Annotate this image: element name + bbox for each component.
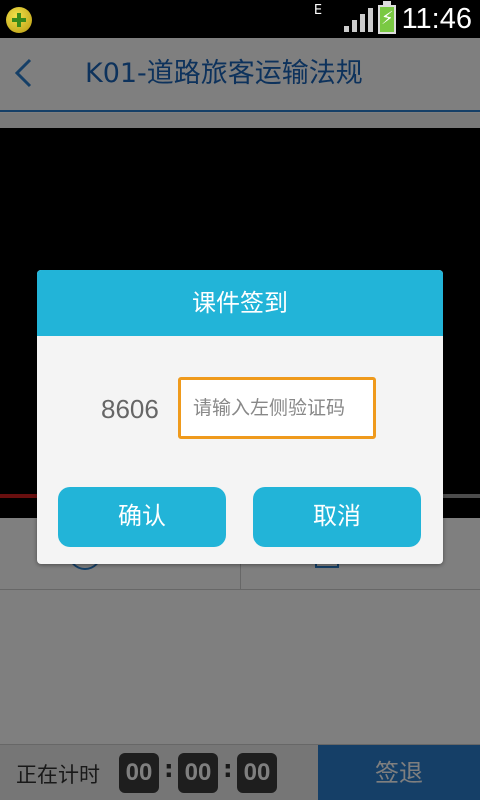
sign-in-dialog: 课件签到 8606 确认 取消 (37, 270, 443, 564)
status-clock: 11:46 (401, 3, 472, 35)
signal-strength-icon (344, 8, 373, 32)
confirm-button[interactable]: 确认 (58, 487, 226, 547)
verification-code: 8606 (101, 394, 159, 424)
verification-code-input[interactable] (178, 377, 376, 439)
dialog-title: 课件签到 (37, 270, 443, 336)
status-bar: E ⚡ 11:46 (0, 0, 480, 38)
app-notification-icon (6, 7, 32, 33)
cancel-button[interactable]: 取消 (253, 487, 421, 547)
battery-charging-icon: ⚡ (378, 1, 396, 34)
network-type-indicator: E (313, 3, 323, 18)
